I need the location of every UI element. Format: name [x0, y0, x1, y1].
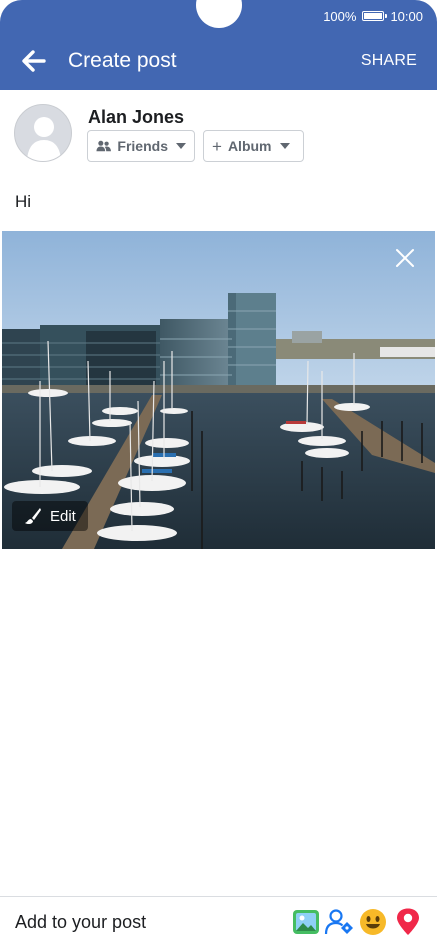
header: 100% 10:00 Create post SHARE: [0, 0, 437, 90]
avatar[interactable]: [14, 104, 72, 162]
clock: 10:00: [390, 8, 423, 24]
photo-icon[interactable]: [291, 907, 321, 937]
battery-percent: 100%: [323, 8, 357, 24]
app-bar: Create post SHARE: [0, 36, 437, 86]
default-profile-icon: [27, 117, 61, 161]
friends-icon: [96, 140, 111, 152]
edit-label: Edit: [50, 507, 76, 525]
camera-notch: [196, 0, 242, 28]
page-title: Create post: [68, 49, 177, 72]
arrow-left-icon: [22, 50, 46, 72]
create-post-screen: 100% 10:00 Create post SHARE Alan Jones: [0, 0, 437, 948]
close-icon[interactable]: [395, 248, 415, 268]
battery-icon: [362, 11, 388, 21]
post-text-input[interactable]: Hi: [15, 192, 31, 212]
chevron-down-icon: [279, 143, 290, 149]
tag-people-icon[interactable]: [324, 907, 354, 937]
check-in-icon[interactable]: [393, 907, 423, 937]
edit-photo-button[interactable]: Edit: [12, 501, 88, 531]
brush-icon: [25, 508, 41, 525]
status-bar: 100% 10:00: [323, 7, 423, 25]
privacy-label: Friends: [117, 138, 168, 154]
chevron-down-icon: [176, 143, 186, 149]
add-to-post-bar: Add to your post: [0, 896, 437, 948]
album-label: Album: [227, 138, 272, 154]
attached-photo[interactable]: Edit: [2, 231, 435, 549]
feeling-icon[interactable]: [358, 907, 388, 937]
privacy-selector[interactable]: Friends: [87, 130, 195, 162]
author-name: Alan Jones: [88, 107, 185, 127]
album-selector[interactable]: + Album: [203, 130, 304, 162]
back-button[interactable]: [20, 48, 48, 74]
share-button[interactable]: SHARE: [361, 50, 417, 72]
plus-icon: +: [212, 136, 222, 156]
add-to-post-label[interactable]: Add to your post: [15, 911, 146, 933]
